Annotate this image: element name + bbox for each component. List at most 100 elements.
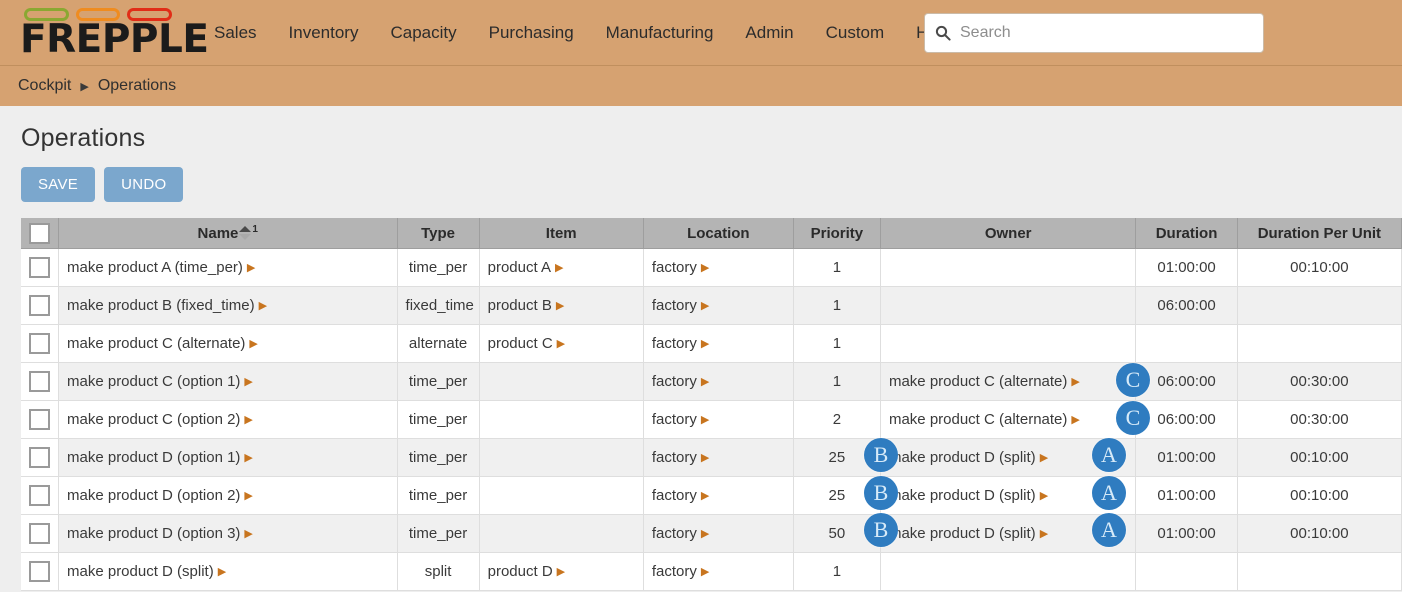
cell-owner-label: make product D (split) — [889, 525, 1036, 542]
search-icon — [935, 25, 951, 41]
cell-item-drill-icon[interactable]: ▶ — [557, 565, 565, 578]
select-all-header[interactable] — [21, 218, 59, 249]
column-header-duration-per-unit[interactable]: Duration Per Unit — [1237, 218, 1401, 249]
operations-table-wrapper: Name1 Type Item Location Priority Owner … — [21, 218, 1402, 591]
nav-item-custom[interactable]: Custom — [810, 17, 901, 49]
cell-name-drill-icon[interactable]: ▶ — [218, 565, 226, 578]
cell-name-drill-icon[interactable]: ▶ — [244, 489, 252, 502]
table-row[interactable]: make product C (option 2)▶time_perfactor… — [21, 401, 1402, 439]
cell-name: make product D (option 2)▶ — [59, 477, 398, 515]
table-row[interactable]: make product B (fixed_time)▶fixed_timepr… — [21, 287, 1402, 325]
row-select-cell[interactable] — [21, 401, 59, 439]
nav-item-manufacturing[interactable]: Manufacturing — [590, 17, 730, 49]
annotation-badge-a[interactable]: A — [1092, 476, 1126, 510]
breadcrumb-item-cockpit[interactable]: Cockpit — [18, 77, 71, 95]
column-header-name[interactable]: Name1 — [59, 218, 398, 249]
row-select-cell[interactable] — [21, 477, 59, 515]
row-select-checkbox[interactable] — [29, 371, 50, 392]
nav-item-purchasing[interactable]: Purchasing — [473, 17, 590, 49]
annotation-badge-c[interactable]: C — [1116, 363, 1150, 397]
row-select-checkbox[interactable] — [29, 523, 50, 544]
annotation-badge-c[interactable]: C — [1116, 401, 1150, 435]
nav-item-inventory[interactable]: Inventory — [273, 17, 375, 49]
row-select-checkbox[interactable] — [29, 485, 50, 506]
cell-name-drill-icon[interactable]: ▶ — [244, 527, 252, 540]
sort-indicator-icon[interactable] — [239, 226, 251, 240]
table-row[interactable]: make product A (time_per)▶time_perproduc… — [21, 249, 1402, 287]
save-button[interactable]: SAVE — [21, 167, 95, 202]
annotation-badge-a[interactable]: A — [1092, 438, 1126, 472]
cell-item-drill-icon[interactable]: ▶ — [557, 337, 565, 350]
cell-item-drill-icon[interactable]: ▶ — [555, 261, 563, 274]
cell-name-drill-icon[interactable]: ▶ — [247, 261, 255, 274]
search-input[interactable] — [958, 23, 1253, 43]
cell-name-drill-icon[interactable]: ▶ — [244, 451, 252, 464]
cell-name-drill-icon[interactable]: ▶ — [244, 375, 252, 388]
table-row[interactable]: make product C (option 1)▶time_perfactor… — [21, 363, 1402, 401]
nav-item-admin[interactable]: Admin — [729, 17, 809, 49]
cell-location-drill-icon[interactable]: ▶ — [701, 375, 709, 388]
cell-owner-drill-icon[interactable]: ▶ — [1040, 527, 1048, 540]
cell-item-drill-icon[interactable]: ▶ — [556, 299, 564, 312]
row-select-cell[interactable] — [21, 249, 59, 287]
table-row[interactable]: make product D (split)▶splitproduct D▶fa… — [21, 553, 1402, 591]
row-select-cell[interactable] — [21, 515, 59, 553]
cell-location-drill-icon[interactable]: ▶ — [701, 413, 709, 426]
cell-name: make product D (split)▶ — [59, 553, 398, 591]
search-box[interactable] — [924, 13, 1264, 53]
cell-location-drill-icon[interactable]: ▶ — [701, 299, 709, 312]
cell-owner-drill-icon[interactable]: ▶ — [1071, 375, 1079, 388]
column-header-owner[interactable]: Owner — [880, 218, 1135, 249]
row-select-checkbox[interactable] — [29, 409, 50, 430]
cell-location-drill-icon[interactable]: ▶ — [701, 261, 709, 274]
row-select-checkbox[interactable] — [29, 561, 50, 582]
row-select-cell[interactable] — [21, 325, 59, 363]
cell-item: product B▶ — [479, 287, 643, 325]
select-all-checkbox[interactable] — [29, 223, 50, 244]
nav-item-capacity[interactable]: Capacity — [374, 17, 472, 49]
cell-type: time_per — [397, 363, 479, 401]
cell-duration-per-unit — [1237, 553, 1401, 591]
cell-name-drill-icon[interactable]: ▶ — [249, 337, 257, 350]
row-select-checkbox[interactable] — [29, 333, 50, 354]
annotation-badge-a[interactable]: A — [1092, 513, 1126, 547]
row-select-checkbox[interactable] — [29, 447, 50, 468]
table-row[interactable]: make product D (option 3)▶time_perfactor… — [21, 515, 1402, 553]
row-select-cell[interactable] — [21, 287, 59, 325]
cell-duration-per-unit: 00:10:00 — [1237, 515, 1401, 553]
row-select-cell[interactable] — [21, 553, 59, 591]
row-select-checkbox[interactable] — [29, 295, 50, 316]
cell-priority: 1 — [793, 287, 880, 325]
row-select-cell[interactable] — [21, 439, 59, 477]
column-header-location[interactable]: Location — [643, 218, 793, 249]
cell-location-drill-icon[interactable]: ▶ — [701, 337, 709, 350]
annotation-badge-b[interactable]: B — [864, 476, 898, 510]
cell-name-drill-icon[interactable]: ▶ — [259, 299, 267, 312]
cell-location-drill-icon[interactable]: ▶ — [701, 451, 709, 464]
column-header-priority[interactable]: Priority — [793, 218, 880, 249]
column-header-type[interactable]: Type — [397, 218, 479, 249]
sort-order-number: 1 — [252, 224, 258, 235]
annotation-badge-b[interactable]: B — [864, 513, 898, 547]
row-select-cell[interactable] — [21, 363, 59, 401]
cell-location-drill-icon[interactable]: ▶ — [701, 527, 709, 540]
cell-type-label: time_per — [409, 259, 467, 276]
cell-owner — [880, 287, 1135, 325]
column-header-item[interactable]: Item — [479, 218, 643, 249]
table-row[interactable]: make product D (option 2)▶time_perfactor… — [21, 477, 1402, 515]
column-header-duration[interactable]: Duration — [1136, 218, 1237, 249]
cell-owner-drill-icon[interactable]: ▶ — [1071, 413, 1079, 426]
frepple-logo[interactable]: FREPPLE — [20, 8, 172, 58]
annotation-badge-b[interactable]: B — [864, 438, 898, 472]
cell-owner-drill-icon[interactable]: ▶ — [1040, 451, 1048, 464]
table-row[interactable]: make product D (option 1)▶time_perfactor… — [21, 439, 1402, 477]
cell-name-drill-icon[interactable]: ▶ — [244, 413, 252, 426]
breadcrumb-item-operations[interactable]: Operations — [98, 77, 176, 95]
cell-location-drill-icon[interactable]: ▶ — [701, 565, 709, 578]
cell-location-drill-icon[interactable]: ▶ — [701, 489, 709, 502]
table-row[interactable]: make product C (alternate)▶alternateprod… — [21, 325, 1402, 363]
row-select-checkbox[interactable] — [29, 257, 50, 278]
cell-owner-drill-icon[interactable]: ▶ — [1040, 489, 1048, 502]
undo-button[interactable]: UNDO — [104, 167, 183, 202]
nav-item-sales[interactable]: Sales — [198, 17, 273, 49]
